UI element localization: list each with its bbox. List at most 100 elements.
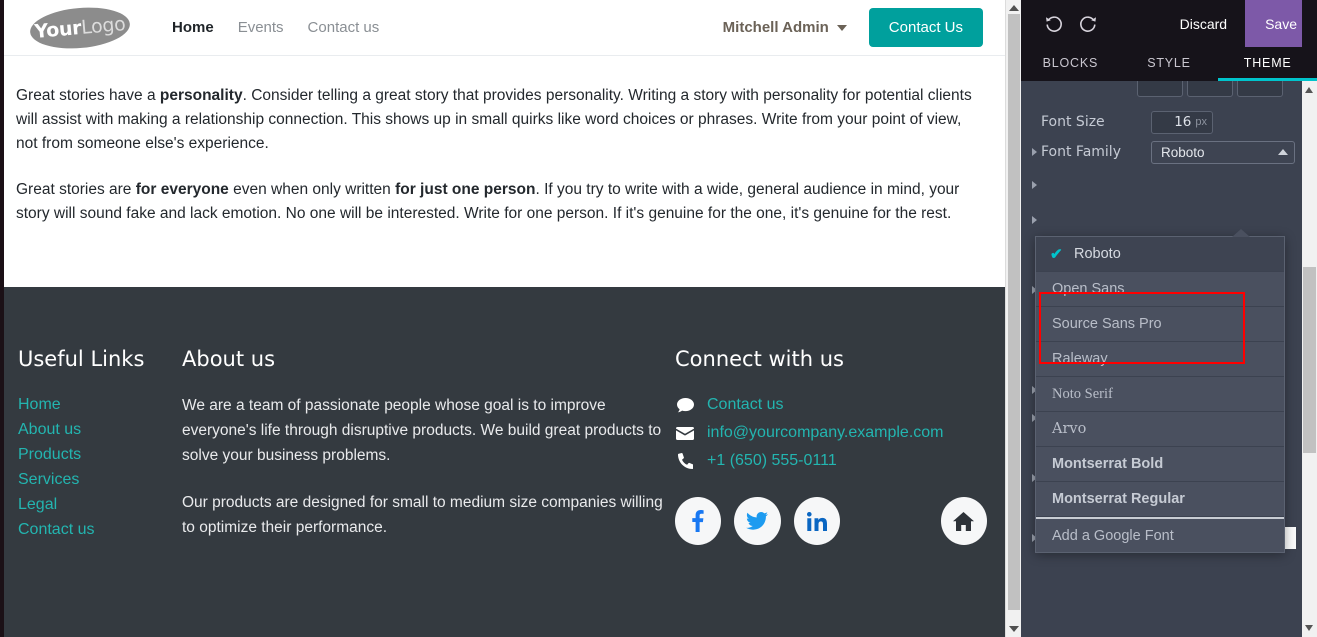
footer-column-connect: Connect with us Contact us info@yourcomp… <box>675 347 987 562</box>
footer-link-contact-us[interactable]: Contact us <box>18 518 182 542</box>
dropdown-arrow-icon <box>1232 229 1250 237</box>
clipped-option-row <box>1021 81 1317 99</box>
phone-icon <box>675 453 695 469</box>
scroll-down-arrow-icon[interactable] <box>1009 626 1019 632</box>
footer-column-about-us: About us We are a team of passionate peo… <box>182 347 675 562</box>
website-preview: YourLogo Home Events Contact us Mitchell… <box>0 0 1021 637</box>
font-family-select[interactable]: Roboto <box>1151 140 1295 164</box>
preview-scrollbar[interactable] <box>1005 0 1021 637</box>
undo-icon[interactable] <box>1037 7 1071 41</box>
option-row-hidden-1 <box>1021 167 1317 202</box>
body-paragraph-1: Great stories have a personality. Consid… <box>16 84 979 156</box>
font-option-raleway-label: Raleway <box>1052 351 1108 367</box>
about-us-paragraph-2: Our products are designed for small to m… <box>182 494 663 536</box>
twitter-icon[interactable] <box>734 497 781 545</box>
contact-link-email[interactable]: info@yourcompany.example.com <box>707 424 944 442</box>
editor-actions: Discard Save <box>1162 0 1317 47</box>
body-paragraph-2: Great stories are for everyone even when… <box>16 178 979 226</box>
header-right: Mitchell Admin Contact Us <box>723 8 983 47</box>
editor-scrollbar[interactable] <box>1302 81 1317 637</box>
nav-item-contact-us[interactable]: Contact us <box>308 19 380 36</box>
font-option-roboto[interactable]: ✔ Roboto <box>1036 237 1284 272</box>
contact-row-email[interactable]: info@yourcompany.example.com <box>675 421 987 445</box>
app-root: YourLogo Home Events Contact us Mitchell… <box>0 0 1317 637</box>
clipped-control-2[interactable] <box>1187 81 1233 97</box>
tab-style[interactable]: STYLE <box>1120 47 1219 81</box>
user-menu-label: Mitchell Admin <box>722 19 829 36</box>
footer-columns: Useful Links Home About us Products Serv… <box>0 347 1005 562</box>
font-option-raleway[interactable]: Raleway <box>1036 342 1284 377</box>
footer-link-legal[interactable]: Legal <box>18 493 182 517</box>
font-option-source-sans-pro-label: Source Sans Pro <box>1052 316 1162 332</box>
font-family-value: Roboto <box>1161 144 1205 160</box>
font-family-label: Font Family <box>1041 144 1121 160</box>
useful-links-title: Useful Links <box>18 347 145 371</box>
footer-link-about-us[interactable]: About us <box>18 418 182 442</box>
clipped-option-controls <box>1137 81 1283 97</box>
nav-item-events[interactable]: Events <box>238 19 284 36</box>
logo-text: YourLogo <box>34 13 127 43</box>
font-option-montserrat-regular[interactable]: Montserrat Regular <box>1036 482 1284 517</box>
footer-column-useful-links: Useful Links Home About us Products Serv… <box>18 347 182 562</box>
font-size-top-input[interactable]: 16 px <box>1151 110 1213 134</box>
useful-links-list: Home About us Products Services Legal Co… <box>18 393 182 542</box>
editor-scrollbar-thumb[interactable] <box>1303 267 1316 453</box>
expand-caret-hidden-1-icon[interactable] <box>1027 180 1041 189</box>
font-option-arvo[interactable]: Arvo <box>1036 412 1284 447</box>
nav-item-home[interactable]: Home <box>172 19 214 36</box>
footer-link-services[interactable]: Services <box>18 468 182 492</box>
font-option-open-sans[interactable]: Open Sans <box>1036 272 1284 307</box>
add-google-font-button[interactable]: Add a Google Font <box>1036 517 1284 552</box>
facebook-icon[interactable] <box>675 497 722 545</box>
editor-scroll-down-arrow-icon[interactable] <box>1305 625 1313 631</box>
p2-part4: for just one person <box>395 181 536 198</box>
editor-scrollbar-top-pad <box>1302 0 1317 47</box>
clipped-control-3[interactable] <box>1237 81 1283 97</box>
tab-blocks[interactable]: BLOCKS <box>1021 47 1120 81</box>
logo-text-light: Logo <box>80 12 127 39</box>
editor-panel: Discard Save BLOCKS STYLE THEME Font Siz… <box>1021 0 1317 637</box>
font-option-noto-serif[interactable]: Noto Serif <box>1036 377 1284 412</box>
font-size-top-value: 16 <box>1174 114 1192 130</box>
preview-left-edge <box>0 0 4 637</box>
home-icon[interactable] <box>940 497 987 545</box>
contact-us-button[interactable]: Contact Us <box>868 8 983 47</box>
comment-icon <box>675 397 695 413</box>
footer-link-home[interactable]: Home <box>18 393 182 417</box>
p2-part1: Great stories are <box>16 181 136 198</box>
site-nav: Home Events Contact us <box>172 19 379 36</box>
about-us-paragraph-1: We are a team of passionate people whose… <box>182 397 662 464</box>
envelope-icon <box>675 426 695 440</box>
expand-caret-hidden-2-icon[interactable] <box>1027 215 1041 224</box>
contact-row-message[interactable]: Contact us <box>675 393 987 417</box>
editor-scroll-up-arrow-icon[interactable] <box>1305 87 1313 93</box>
user-menu[interactable]: Mitchell Admin <box>723 19 847 36</box>
discard-button[interactable]: Discard <box>1162 0 1245 47</box>
contact-value-phone: +1 (650) 555-0111 <box>707 452 837 469</box>
site-logo[interactable]: YourLogo <box>28 3 132 52</box>
footer-link-products[interactable]: Products <box>18 443 182 467</box>
font-option-montserrat-regular-label: Montserrat Regular <box>1052 491 1185 507</box>
p1-part1: Great stories have a <box>16 87 160 104</box>
contact-link-message[interactable]: Contact us <box>707 396 783 414</box>
tab-theme[interactable]: THEME <box>1218 47 1317 81</box>
linkedin-icon[interactable] <box>793 497 840 545</box>
clipped-control-1[interactable] <box>1137 81 1183 97</box>
site-header: YourLogo Home Events Contact us Mitchell… <box>0 0 1005 56</box>
scroll-up-arrow-icon[interactable] <box>1009 5 1019 11</box>
preview-scrollbar-thumb[interactable] <box>1008 14 1020 610</box>
font-option-montserrat-bold[interactable]: Montserrat Bold <box>1036 447 1284 482</box>
editor-tabs: BLOCKS STYLE THEME <box>1021 47 1317 81</box>
chevron-down-icon <box>836 24 847 31</box>
social-links <box>675 497 987 545</box>
site-body: Great stories have a personality. Consid… <box>0 56 1005 226</box>
option-row-font-family: Font Family Roboto <box>1021 137 1317 167</box>
chevron-up-icon <box>1278 149 1288 155</box>
font-option-noto-serif-label: Noto Serif <box>1052 385 1113 402</box>
redo-icon[interactable] <box>1071 7 1105 41</box>
expand-caret-font-family-icon[interactable] <box>1027 148 1041 156</box>
contact-row-phone[interactable]: +1 (650) 555-0111 <box>675 449 987 473</box>
font-size-top-unit: px <box>1195 116 1207 128</box>
font-option-open-sans-label: Open Sans <box>1052 281 1125 297</box>
font-option-source-sans-pro[interactable]: Source Sans Pro <box>1036 307 1284 342</box>
